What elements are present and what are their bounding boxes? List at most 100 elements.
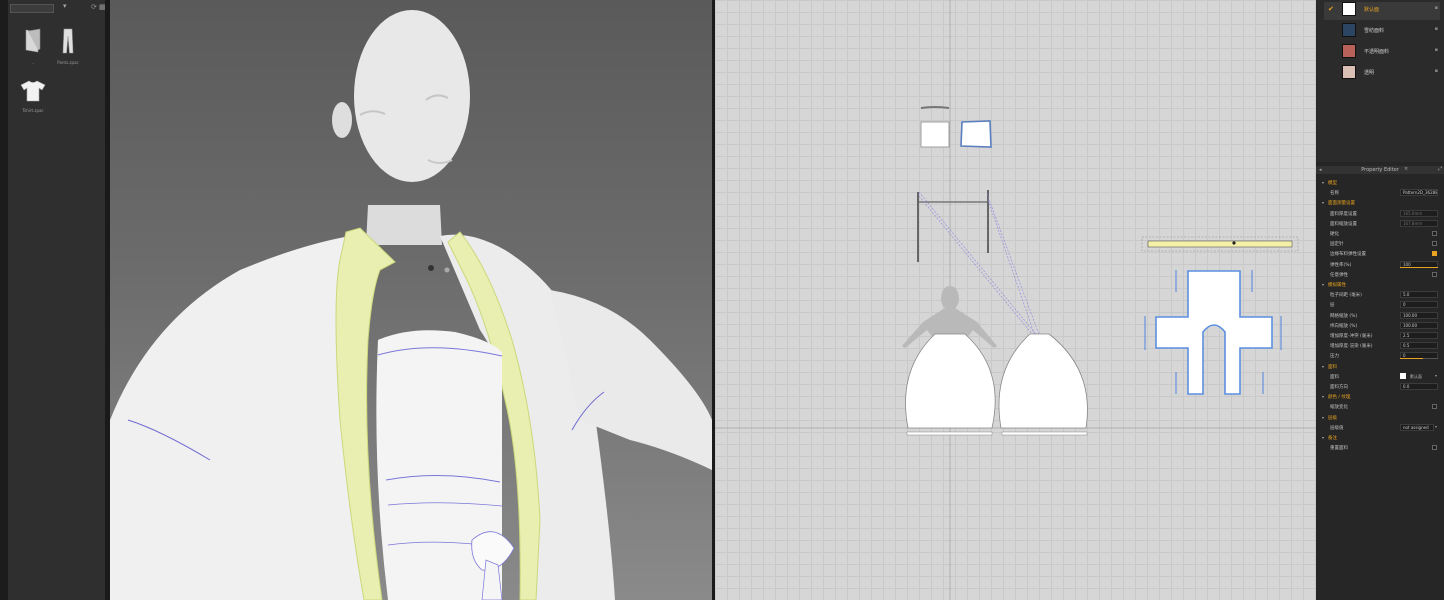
property-row: 粒子间距 (毫米) 5.0 [1316, 290, 1444, 300]
chevron-down-icon[interactable]: ▾ [63, 2, 67, 10]
property-row: 边缘布料弹性设置 [1316, 249, 1444, 259]
property-slider[interactable] [1400, 358, 1438, 360]
right-dock: ✔ 默认面 ▪ 雪纺面料 ▪ 不透明面料 ▪ 透明 ▪ ◂ Property E… [1316, 0, 1444, 600]
property-label: 面面测量设置 [1328, 201, 1355, 207]
fabric-swatch [1342, 2, 1356, 16]
property-value-field[interactable]: 0 [1400, 301, 1438, 309]
chevron-down-icon[interactable]: ▾ [1322, 435, 1324, 440]
fabric-name: 默认面 [1364, 7, 1380, 13]
property-label: 模拟属性 [1328, 283, 1346, 288]
library-item-pants[interactable]: Pants.zpac [53, 28, 83, 65]
property-checkbox[interactable] [1432, 404, 1437, 410]
property-row[interactable]: ▾ 备注 [1316, 433, 1444, 443]
property-value-field[interactable]: 165.0mm [1400, 209, 1438, 217]
property-label: 网格缩放 (%) [1330, 313, 1358, 319]
library-item-tshirt[interactable]: Tshirt.zpac [18, 80, 48, 113]
property-label: 层级 [1328, 415, 1337, 421]
property-row: 增加厚度-冲突 (毫米) 2.5 [1316, 331, 1444, 341]
library-item-label: .. [31, 60, 35, 65]
chevron-down-icon[interactable]: ▾ [1435, 424, 1437, 429]
chevron-down-icon[interactable]: ▾ [1322, 364, 1324, 369]
property-checkbox[interactable] [1432, 445, 1437, 451]
viewport-2d-pattern[interactable] [715, 0, 1316, 600]
fabric-swatch [1342, 23, 1356, 37]
fabric-count-icon: ▪ [1434, 5, 1438, 11]
library-panel: ▾ ⟳ ▦ .. Pants.zpac Tshirt.zpac [0, 0, 110, 600]
view-mode-icon[interactable]: ▦ [99, 3, 106, 11]
fabric-item-1[interactable]: 雪纺面料 ▪ [1324, 23, 1440, 41]
fabric-item-2[interactable]: 不透明面料 ▪ [1324, 44, 1440, 62]
property-value-field[interactable]: 0.0 [1400, 383, 1438, 390]
chevron-down-icon[interactable]: ▾ [1322, 282, 1324, 287]
property-label: 边缘布料弹性设置 [1330, 252, 1366, 258]
property-value-field[interactable]: 5.0 [1400, 291, 1438, 299]
property-value-field[interactable]: 100.00 [1400, 321, 1438, 329]
property-value-field[interactable]: 2.5 [1400, 332, 1438, 339]
property-select[interactable]: not assigned [1400, 423, 1434, 431]
property-row: 硬化 [1316, 229, 1444, 239]
property-checkbox[interactable] [1432, 251, 1437, 257]
property-label: 缩放变化 [1330, 405, 1348, 411]
fabric-select-value[interactable]: 默认面 [1410, 374, 1422, 380]
library-toolbar-strip [0, 0, 8, 600]
fabric-swatch[interactable] [1400, 372, 1406, 379]
fabric-item-3[interactable]: 透明 ▪ [1324, 65, 1440, 83]
property-row: 缩放变化 [1316, 402, 1444, 412]
folder-up-icon [25, 28, 41, 53]
property-value-field[interactable]: 167.8mm [1400, 219, 1438, 227]
property-checkbox[interactable] [1432, 271, 1437, 277]
property-row[interactable]: ▾ 颜色 / 纹理 [1316, 392, 1444, 402]
property-label: 模型 [1328, 181, 1337, 186]
library-item-label: Tshirt.zpac [22, 108, 44, 113]
refresh-icon[interactable]: ⟳ [91, 3, 97, 11]
property-row[interactable]: ▾ 面面测量设置 [1316, 198, 1444, 208]
fabric-count-icon: ▪ [1434, 68, 1438, 74]
chevron-down-icon[interactable]: ▾ [1322, 200, 1324, 205]
property-label: 纬向缩放 (%) [1330, 323, 1358, 329]
chevron-down-icon[interactable]: ▾ [1322, 415, 1324, 420]
property-value-field[interactable]: 0.5 [1400, 342, 1438, 350]
chevron-down-icon[interactable]: ▾ [1322, 180, 1324, 185]
fabric-count-icon: ▪ [1434, 47, 1438, 53]
panel-float-icon[interactable]: ⤢ [1438, 166, 1442, 172]
property-row: 面料缩放设置 167.8mm [1316, 219, 1444, 229]
property-value-field[interactable]: Pattern2D_362886 [1400, 189, 1438, 197]
close-icon[interactable]: × [1404, 166, 1408, 172]
property-row[interactable]: ▾ 面料 [1316, 362, 1444, 372]
library-path-dropdown[interactable] [10, 4, 54, 13]
property-label: 面料缩放设置 [1330, 221, 1357, 227]
property-label: 弹性率(%) [1330, 262, 1352, 268]
property-row[interactable]: ▾ 模拟属性 [1316, 280, 1444, 290]
library-header: ▾ ⟳ ▦ [8, 2, 106, 14]
property-checkbox[interactable] [1432, 231, 1437, 236]
library-item-parent[interactable]: .. [18, 28, 48, 65]
property-label: 面料 [1328, 364, 1337, 370]
fabric-swatch [1342, 44, 1356, 58]
property-label: 面料方向 [1330, 385, 1348, 390]
property-slider[interactable] [1400, 266, 1438, 268]
check-icon: ✔ [1328, 5, 1334, 13]
property-label: 固定针 [1330, 242, 1344, 248]
chevron-down-icon[interactable]: ▾ [1435, 373, 1437, 378]
property-row[interactable]: ▾ 层级 [1316, 413, 1444, 423]
property-row: 层级值 not assigned ▾ [1316, 423, 1444, 433]
property-checkbox[interactable] [1432, 241, 1437, 247]
pants-icon [62, 28, 74, 54]
property-label: 重置面料 [1330, 446, 1348, 452]
property-label: 增加厚度-冲突 (毫米) [1330, 334, 1373, 339]
fabric-count-icon: ▪ [1434, 26, 1438, 32]
property-row: 任意弹性 [1316, 270, 1444, 280]
property-value-field[interactable]: 100.00 [1400, 311, 1438, 319]
property-row: 增加厚度-渲染 (毫米) 0.5 [1316, 341, 1444, 351]
fabric-name: 不透明面料 [1364, 49, 1390, 55]
property-row[interactable]: ▾ 模型 [1316, 178, 1444, 188]
pattern-canvas [715, 0, 1316, 600]
viewport-3d[interactable] [110, 0, 712, 600]
property-label: 名称 [1330, 191, 1339, 197]
object-browser-fabric-list: ✔ 默认面 ▪ 雪纺面料 ▪ 不透明面料 ▪ 透明 ▪ [1316, 0, 1444, 162]
property-label: 层级值 [1330, 425, 1344, 431]
property-row: 固定针 [1316, 239, 1444, 249]
chevron-down-icon[interactable]: ▾ [1322, 394, 1324, 399]
property-label: 增加厚度-渲染 (毫米) [1330, 344, 1373, 350]
fabric-item-0[interactable]: ✔ 默认面 ▪ [1324, 2, 1440, 20]
